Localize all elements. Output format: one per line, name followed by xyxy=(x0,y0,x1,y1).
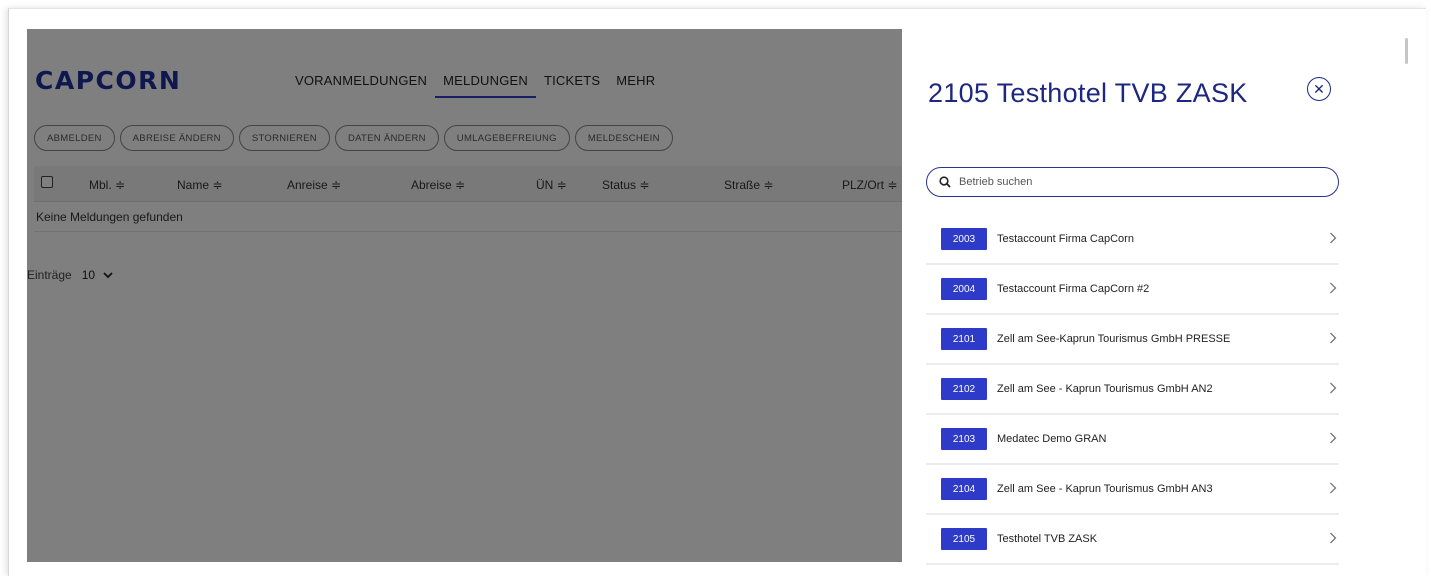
column-strasse[interactable]: Straße ≑ xyxy=(724,178,773,192)
entries-per-page: Einträge 10 xyxy=(27,268,113,282)
daten-aendern-button[interactable]: DATEN ÄNDERN xyxy=(334,125,439,151)
chevron-right-icon xyxy=(1330,232,1337,244)
column-un[interactable]: ÜN ≑ xyxy=(536,178,567,192)
list-item-2102[interactable]: 2102 Zell am See - Kaprun Tourismus GmbH… xyxy=(926,365,1339,415)
table-header: Mbl. ≑ Name ≑ Anreise ≑ Abreise ≑ ÜN ≑ S… xyxy=(34,166,902,202)
column-abreise[interactable]: Abreise ≑ xyxy=(411,178,465,192)
list-item-2103[interactable]: 2103 Medatec Demo GRAN xyxy=(926,415,1339,465)
entries-select[interactable]: 10 xyxy=(82,268,113,282)
main-app: CAPCORN VORANMELDUNGEN MELDUNGEN TICKETS… xyxy=(27,29,902,562)
betrieb-search xyxy=(926,167,1339,197)
chevron-down-icon xyxy=(103,271,113,278)
search-icon xyxy=(939,176,951,188)
column-name[interactable]: Name ≑ xyxy=(177,178,222,192)
item-code-badge: 2104 xyxy=(941,478,987,500)
chevron-right-icon xyxy=(1330,532,1337,544)
scrollbar[interactable] xyxy=(1405,38,1408,64)
chevron-right-icon xyxy=(1330,382,1337,394)
column-status[interactable]: Status ≑ xyxy=(602,178,649,192)
abreise-aendern-button[interactable]: ABREISE ÄNDERN xyxy=(119,125,234,151)
item-name: Testaccount Firma CapCorn xyxy=(997,233,1134,245)
column-mbl[interactable]: Mbl. ≑ xyxy=(89,178,125,192)
item-code-badge: 2101 xyxy=(941,328,987,350)
select-all-checkbox[interactable] xyxy=(41,176,53,188)
close-icon: ✕ xyxy=(1313,80,1325,97)
panel-title: 2105 Testhotel TVB ZASK xyxy=(928,78,1248,108)
chevron-right-icon xyxy=(1330,432,1337,444)
close-button[interactable]: ✕ xyxy=(1307,77,1331,101)
entries-value: 10 xyxy=(81,268,96,282)
chevron-right-icon xyxy=(1330,282,1337,294)
betrieb-list: 2003 Testaccount Firma CapCorn 2004 Test… xyxy=(926,215,1339,565)
item-code-badge: 2102 xyxy=(941,378,987,400)
umlagebefreiung-button[interactable]: UMLAGEBEFREIUNG xyxy=(443,125,570,151)
capcorn-logo: CAPCORN xyxy=(35,66,182,95)
item-name: Zell am See - Kaprun Tourismus GmbH AN2 xyxy=(997,383,1213,395)
item-code-badge: 2003 xyxy=(941,228,987,250)
entries-label: Einträge xyxy=(27,268,72,282)
item-name: Zell am See-Kaprun Tourismus GmbH PRESSE xyxy=(997,333,1231,345)
nav-meldungen[interactable]: MELDUNGEN xyxy=(435,73,536,98)
list-item-2104[interactable]: 2104 Zell am See - Kaprun Tourismus GmbH… xyxy=(926,465,1339,515)
item-name: Testaccount Firma CapCorn #2 xyxy=(997,283,1150,295)
modal-backdrop xyxy=(27,29,902,562)
list-item-2101[interactable]: 2101 Zell am See-Kaprun Tourismus GmbH P… xyxy=(926,315,1339,365)
nav-tickets[interactable]: TICKETS xyxy=(536,73,608,98)
chevron-right-icon xyxy=(1330,482,1337,494)
betrieb-panel: 2105 Testhotel TVB ZASK ✕ 2003 Testaccou… xyxy=(902,29,1378,569)
list-item-2105[interactable]: 2105 Testhotel TVB ZASK xyxy=(926,515,1339,565)
empty-table-message: Keine Meldungen gefunden xyxy=(34,202,902,232)
column-anreise[interactable]: Anreise ≑ xyxy=(287,178,341,192)
search-input[interactable] xyxy=(959,176,1319,188)
item-code-badge: 2103 xyxy=(941,428,987,450)
meldeschein-button[interactable]: MELDESCHEIN xyxy=(574,125,673,151)
chevron-right-icon xyxy=(1330,332,1337,344)
list-item-2003[interactable]: 2003 Testaccount Firma CapCorn xyxy=(926,215,1339,265)
item-name: Testhotel TVB ZASK xyxy=(997,533,1098,545)
item-code-badge: 2004 xyxy=(941,278,987,300)
nav-mehr[interactable]: MEHR xyxy=(608,73,663,98)
list-item-2004[interactable]: 2004 Testaccount Firma CapCorn #2 xyxy=(926,265,1339,315)
action-toolbar: ABMELDEN ABREISE ÄNDERN STORNIEREN DATEN… xyxy=(34,125,673,151)
item-name: Medatec Demo GRAN xyxy=(997,433,1107,445)
column-plz-ort[interactable]: PLZ/Ort ≑ xyxy=(842,178,897,192)
item-name: Zell am See - Kaprun Tourismus GmbH AN3 xyxy=(997,483,1213,495)
stornieren-button[interactable]: STORNIEREN xyxy=(238,125,330,151)
abmelden-button[interactable]: ABMELDEN xyxy=(34,125,115,151)
item-code-badge: 2105 xyxy=(941,528,987,550)
main-nav: VORANMELDUNGEN MELDUNGEN TICKETS MEHR xyxy=(287,73,663,98)
nav-voranmeldungen[interactable]: VORANMELDUNGEN xyxy=(287,73,435,98)
